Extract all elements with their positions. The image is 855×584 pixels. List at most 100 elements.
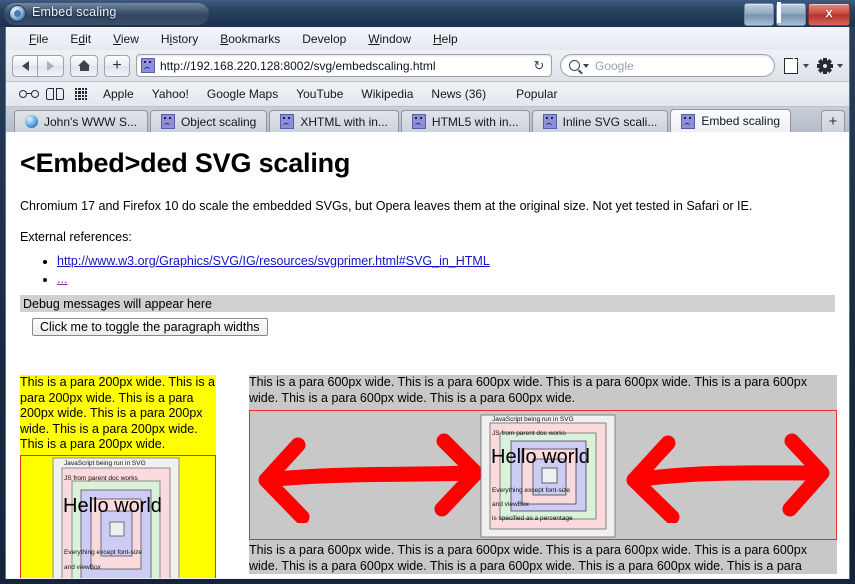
forward-button[interactable] [38,54,64,77]
browser-globe-icon [10,6,25,21]
bookmark-wikipedia[interactable]: Wikipedia [352,85,422,103]
svg-text:Everything except font-size: Everything except font-size [492,487,570,494]
add-bookmark-button[interactable]: + [104,54,130,77]
svg-primer-link[interactable]: http://www.w3.org/Graphics/SVG/IG/resour… [57,254,490,268]
page-actions-button[interactable] [784,57,809,74]
bookmark-google-maps[interactable]: Google Maps [198,85,287,103]
gear-icon [817,57,833,74]
page-icon [784,57,799,74]
bookmark-popular-folder[interactable]: Popular [507,85,578,103]
window-frame: Embed scaling X File Edit View History B… [0,0,855,584]
debug-message-bar: Debug messages will appear here [20,295,835,312]
bookmark-apple[interactable]: Apple [94,85,143,103]
address-bar[interactable]: http://192.168.220.128:8002/svg/embedsca… [136,54,552,77]
menu-history[interactable]: History [150,30,209,48]
url-text: http://192.168.220.128:8002/svg/embedsca… [160,58,436,73]
svg-text:is specified as a percentage: is specified as a percentage [492,515,573,522]
right-paragraph-bottom: This is a para 600px wide. This is a par… [249,543,807,573]
left-embedded-svg: JavaScript being run in SVG JS from pare… [52,457,180,578]
forward-arrow-icon [47,60,54,71]
svg-text:JS from parent doc works: JS from parent doc works [492,430,566,437]
page-viewport: <Embed>ded SVG scaling Chromium 17 and F… [6,132,849,578]
menu-bookmarks[interactable]: Bookmarks [209,30,291,48]
tab-xhtml-with-inline[interactable]: XHTML with in... [269,110,399,132]
menu-window[interactable]: Window [357,30,422,48]
reader-glasses-icon[interactable] [16,85,42,103]
menu-file[interactable]: File [18,30,59,48]
page-favicon-icon [681,113,696,129]
search-field[interactable]: Google [560,54,775,77]
menu-bar: File Edit View History Bookmarks Develop… [6,27,849,50]
bookmark-label: Popular [516,87,558,101]
tab-object-scaling[interactable]: Object scaling [149,110,268,132]
back-button[interactable] [12,54,38,77]
globe-favicon [25,115,38,128]
book-icon[interactable] [42,85,68,103]
menu-edit[interactable]: Edit [59,30,102,48]
plus-icon: + [112,56,122,74]
bookmark-label: Wikipedia [361,87,414,101]
page-favicon-icon [141,58,155,73]
menu-view[interactable]: View [102,30,150,48]
tab-label: Embed scaling [701,114,781,128]
home-icon [77,60,91,71]
menu-develop[interactable]: Develop [291,30,357,48]
toolbar-right-icons [784,57,843,74]
apps-grid-icon[interactable] [68,85,94,103]
intro-paragraph: Chromium 17 and Firefox 10 do scale the … [20,199,753,213]
bookmark-label: YouTube [296,87,344,101]
tab-inline-svg-scaling[interactable]: Inline SVG scali... [531,110,669,132]
page-favicon-icon [160,114,175,129]
svg-text:Everything except font-size: Everything except font-size [64,549,142,556]
magnifier-icon [569,60,580,71]
reload-icon[interactable]: ↻ [531,58,547,74]
placeholder-link[interactable]: ... [57,272,67,286]
left-embed-box: JavaScript being run in SVG JS from pare… [20,454,216,578]
page-favicon-icon [280,114,295,129]
page-content: <Embed>ded SVG scaling Chromium 17 and F… [6,132,849,336]
chevron-down-icon [583,63,589,68]
chevron-down-icon [803,63,809,68]
right-paragraph-top: This is a para 600px wide. This is a par… [249,375,807,405]
maximize-button[interactable] [776,2,806,26]
left-column-200px: This is a para 200px wide. This is a par… [20,375,216,578]
tab-bar: John's WWW S... Object scaling XHTML wit… [6,107,849,132]
bookmark-label: Apple [103,87,134,101]
new-tab-button[interactable]: + [821,110,845,132]
navigation-toolbar: + http://192.168.220.128:8002/svg/embeds… [6,50,849,82]
chevron-down-icon [837,63,843,68]
bookmark-youtube[interactable]: YouTube [287,85,352,103]
settings-button[interactable] [817,57,843,74]
external-refs-list: http://www.w3.org/Graphics/SVG/IG/resour… [20,254,835,286]
home-button[interactable] [70,54,98,77]
right-double-arrow-annotation [626,433,830,523]
svg-text:JS from parent doc works: JS from parent doc works [64,475,138,482]
left-paragraph: This is a para 200px wide. This is a par… [20,375,216,451]
browser-window: Embed scaling X File Edit View History B… [0,0,855,584]
right-column-600px: This is a para 600px wide. This is a par… [249,375,837,574]
toggle-paragraph-widths-button[interactable]: Click me to toggle the paragraph widths [32,318,268,336]
tab-johns-www[interactable]: John's WWW S... [14,110,148,132]
tab-label: HTML5 with in... [431,114,519,129]
svg-text:and viewBox: and viewBox [64,564,102,571]
bookmark-news-folder[interactable]: News (36) [422,85,507,103]
menu-help[interactable]: Help [422,30,469,48]
page-favicon-icon [542,114,557,129]
bookmarks-bar: Apple Yahoo! Google Maps YouTube Wikiped… [6,82,849,107]
plus-icon: + [828,113,838,130]
tab-html5-with-inline[interactable]: HTML5 with in... [400,110,530,132]
tab-embed-scaling[interactable]: Embed scaling [670,109,792,132]
minimize-button[interactable] [744,3,774,26]
nav-button-group [12,54,64,77]
svg-text:Hello world: Hello world [63,495,162,517]
title-bar: Embed scaling X [0,0,855,27]
bookmark-yahoo[interactable]: Yahoo! [143,85,198,103]
tab-label: Inline SVG scali... [562,114,658,129]
svg-text:JavaScript being run in SVG: JavaScript being run in SVG [492,416,574,423]
list-item: ... [57,272,835,286]
tab-label: XHTML with in... [300,114,388,129]
close-button[interactable]: X [808,3,850,26]
right-embed-box: JavaScript being run in SVG JS from pare… [249,410,837,540]
bookmark-label: Yahoo! [151,87,189,101]
svg-text:and viewBox: and viewBox [492,501,530,508]
